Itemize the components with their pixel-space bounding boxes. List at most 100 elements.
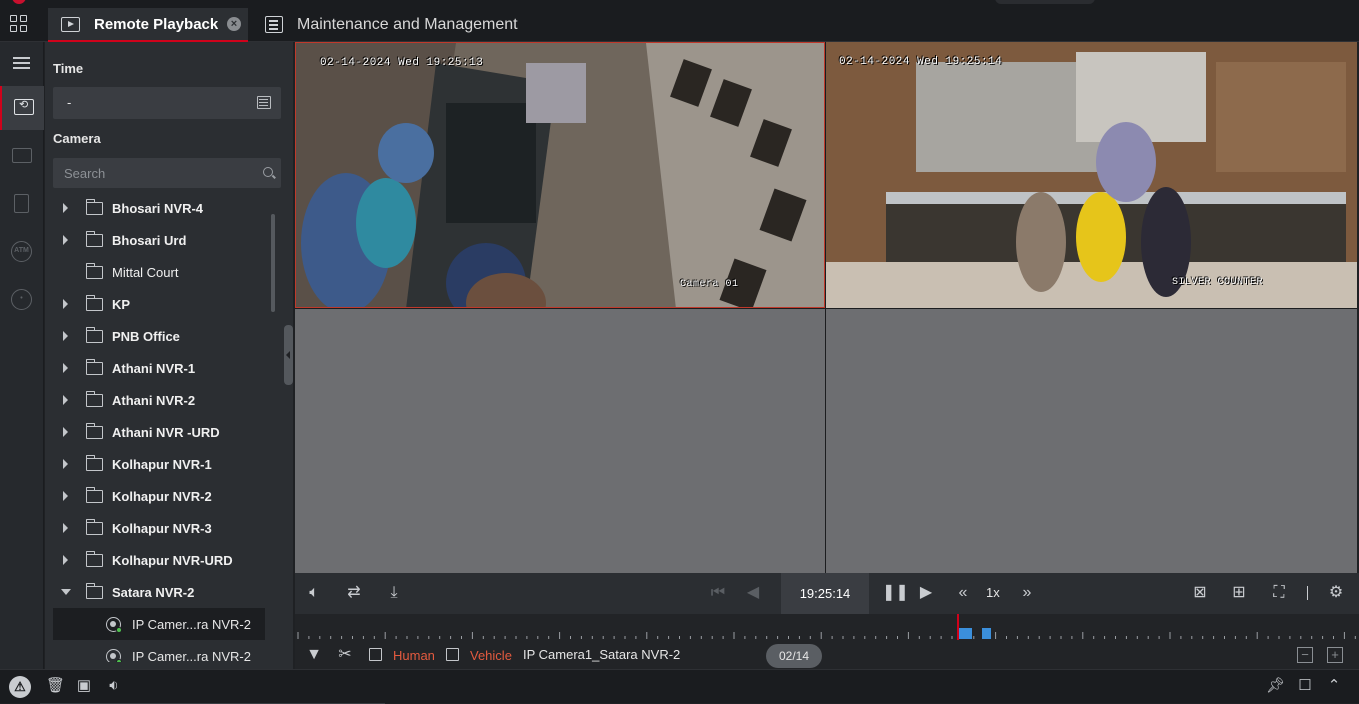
chevron-right-icon[interactable]	[63, 555, 68, 565]
pin-icon[interactable]: 📌︎	[1266, 677, 1285, 695]
search-icon[interactable]	[263, 167, 273, 177]
recording-segment[interactable]	[982, 628, 991, 639]
clip-icon[interactable]: ✂	[335, 645, 355, 665]
chevron-right-icon[interactable]	[63, 491, 68, 501]
tree-node[interactable]: Kolhapur NVR-1	[53, 448, 265, 480]
zoom-in-button[interactable]: +	[1327, 647, 1343, 663]
tree-node-label: Athani NVR -URD	[112, 425, 220, 440]
tree-node[interactable]: Mittal Court	[53, 256, 265, 288]
fullscreen-icon[interactable]: ⛶	[1269, 583, 1289, 603]
trash-icon[interactable]: 🗑︎	[46, 677, 65, 695]
camera-item-label: IP Camer...ra NVR-2	[132, 617, 251, 632]
tree-node-label: Athani NVR-1	[112, 361, 196, 376]
adjust-icon[interactable]: ⇄	[344, 583, 364, 603]
tree-node[interactable]: KP	[53, 288, 265, 320]
collapse-up-icon[interactable]: ⌃	[1325, 677, 1343, 695]
speed-value: 1x	[986, 585, 1000, 600]
online-status-dot	[116, 627, 122, 633]
slow-down-icon[interactable]: «	[953, 583, 973, 603]
alert-icon[interactable]: ⚠	[9, 676, 31, 698]
video-tile-1[interactable]: 02-14-2024 Wed 19:25:13 Camera 01	[295, 42, 825, 308]
camera-item[interactable]: IP Camer...ra NVR-2	[53, 608, 265, 640]
camera-search[interactable]	[53, 158, 281, 188]
video-tile-3[interactable]	[295, 309, 825, 573]
tree-node[interactable]: Kolhapur NVR-2	[53, 480, 265, 512]
image-icon[interactable]: ▣	[75, 677, 93, 695]
video-tile-4[interactable]	[826, 309, 1357, 573]
folder-icon	[85, 295, 103, 311]
divider	[1307, 586, 1308, 600]
recording-segment[interactable]	[959, 628, 972, 639]
folder-icon	[85, 231, 103, 247]
volume-icon[interactable]: 🔈︎	[304, 583, 324, 603]
chevron-right-icon[interactable]	[63, 203, 68, 213]
reverse-play-icon[interactable]: ◀	[743, 583, 763, 603]
playback-icon	[61, 17, 80, 32]
tree-node[interactable]: Bhosari NVR-4	[53, 192, 265, 224]
top-right-control[interactable]	[995, 0, 1095, 4]
human-checkbox[interactable]	[369, 648, 382, 661]
tree-node[interactable]: Bhosari Urd	[53, 224, 265, 256]
speed-up-icon[interactable]: »	[1017, 583, 1037, 603]
chevron-right-icon[interactable]	[63, 363, 68, 373]
download-icon[interactable]: ⤓	[384, 583, 404, 603]
logo-icon	[12, 0, 26, 4]
timeline[interactable]: ▼ ✂ Human Vehicle IP Camera1_Satara NVR-…	[295, 614, 1359, 669]
tree-node-label: Mittal Court	[112, 265, 179, 280]
event-rail-button[interactable]	[0, 134, 44, 178]
tree-scrollbar[interactable]	[271, 214, 275, 312]
pause-icon[interactable]: ❚❚	[882, 583, 909, 603]
time-value: -	[67, 95, 72, 110]
date-badge[interactable]: 02/14	[766, 644, 822, 668]
tab-label: Maintenance and Management	[297, 16, 518, 33]
window-icon[interactable]: ☐	[1296, 677, 1314, 695]
zoom-out-button[interactable]: −	[1297, 647, 1313, 663]
chevron-right-icon[interactable]	[63, 299, 68, 309]
tree-node[interactable]: Athani NVR-1	[53, 352, 265, 384]
time-picker[interactable]: -	[53, 87, 281, 119]
tree-node[interactable]: Satara NVR-2	[53, 576, 265, 608]
atm-rail-button[interactable]: ATM	[0, 230, 44, 274]
tree-node[interactable]: Kolhapur NVR-URD	[53, 544, 265, 576]
tab-remote-playback[interactable]: Remote Playback ×	[48, 8, 248, 42]
app-grid-icon[interactable]	[10, 15, 28, 33]
search-input[interactable]	[53, 158, 253, 188]
stop-all-icon[interactable]: ⊠	[1190, 583, 1210, 603]
chevron-right-icon[interactable]	[63, 427, 68, 437]
playback-rail-button[interactable]	[0, 86, 44, 130]
tree-node[interactable]: Athani NVR-2	[53, 384, 265, 416]
chevron-right-icon[interactable]	[63, 235, 68, 245]
tree-node[interactable]: Athani NVR -URD	[53, 416, 265, 448]
chevron-down-icon[interactable]	[61, 589, 71, 595]
layout-icon[interactable]: ⊞	[1229, 583, 1249, 603]
camera-item[interactable]: IP Camer...ra NVR-2	[53, 640, 265, 662]
chevron-right-icon[interactable]	[63, 459, 68, 469]
tree-node[interactable]: Kolhapur NVR-3	[53, 512, 265, 544]
folder-icon	[85, 551, 103, 567]
chevron-right-icon[interactable]	[63, 331, 68, 341]
playhead[interactable]	[957, 614, 959, 640]
menu-button[interactable]	[0, 42, 44, 86]
tree-node[interactable]: PNB Office	[53, 320, 265, 352]
folder-icon	[85, 519, 103, 535]
extra-rail-button[interactable]: •	[0, 278, 44, 322]
video-tile-2[interactable]: 02-14-2024 Wed 19:25:14 SILVER COUNTER	[826, 42, 1357, 308]
camera-name-overlay: Camera 01	[680, 279, 739, 290]
vehicle-checkbox[interactable]	[446, 648, 459, 661]
device-rail-button[interactable]	[0, 182, 44, 226]
tree-node-label: Satara NVR-2	[112, 585, 195, 600]
vehicle-label: Vehicle	[470, 648, 512, 663]
close-icon[interactable]: ×	[227, 17, 241, 31]
calendar-icon[interactable]	[257, 96, 271, 109]
video-frame-store-interior	[296, 43, 824, 307]
single-frame-icon[interactable]: ▶︎	[916, 583, 936, 603]
panel-collapse-handle[interactable]	[284, 325, 293, 385]
tab-maintenance[interactable]: Maintenance and Management	[262, 8, 532, 42]
chevron-right-icon[interactable]	[63, 523, 68, 533]
settings-icon[interactable]: ⚙	[1326, 583, 1346, 603]
previous-segment-icon[interactable]: ⏮︎	[708, 583, 728, 603]
circle-icon: •	[11, 289, 32, 310]
speaker-icon[interactable]: 🔉︎	[105, 677, 123, 695]
chevron-right-icon[interactable]	[63, 395, 68, 405]
filter-icon[interactable]: ▼	[304, 645, 324, 665]
